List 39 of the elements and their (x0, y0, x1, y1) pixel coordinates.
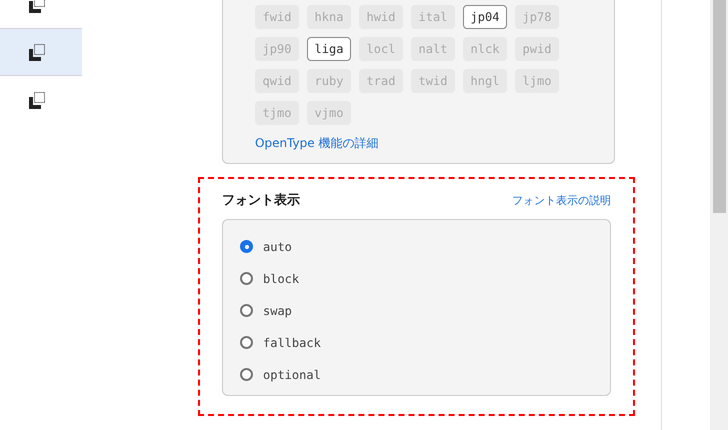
radio-button[interactable] (240, 272, 253, 285)
feature-chip[interactable]: hkna (307, 5, 351, 29)
scrollbar-thumb[interactable] (712, 0, 726, 213)
radio-label[interactable]: swap (263, 302, 292, 320)
scrollbar[interactable] (710, 0, 728, 430)
feature-chip[interactable]: hwid (359, 5, 403, 29)
feature-chip[interactable]: pwid (515, 37, 559, 61)
radio-label[interactable]: block (263, 270, 300, 288)
feature-chip[interactable]: nalt (411, 37, 455, 61)
radio-button[interactable] (240, 240, 253, 253)
details-link[interactable]: OpenType 機能の詳細 (255, 134, 378, 152)
layer-icon (28, 0, 46, 12)
feature-chip[interactable]: tjmo (255, 101, 299, 125)
radio-label[interactable]: auto (263, 238, 292, 256)
feature-chip[interactable]: vjmo (307, 101, 351, 125)
section-title: フォント表示 (222, 192, 300, 210)
radio-button[interactable] (240, 336, 253, 349)
layer-icon (28, 92, 46, 108)
feature-chip[interactable]: hngl (463, 69, 507, 93)
feature-chip[interactable]: ljmo (515, 69, 559, 93)
radio-label[interactable]: fallback (263, 334, 321, 352)
feature-chip[interactable]: jp78 (515, 5, 559, 29)
feature-chip[interactable]: jp04 (463, 5, 507, 29)
feature-chip[interactable]: trad (359, 69, 403, 93)
help-link[interactable]: フォント表示の説明 (512, 192, 611, 209)
radio-button[interactable] (240, 304, 253, 317)
sidebar-item[interactable] (0, 28, 82, 76)
feature-chip[interactable]: liga (307, 37, 351, 61)
radio-button[interactable] (240, 368, 253, 381)
radio-label[interactable]: optional (263, 366, 321, 384)
feature-chip[interactable]: nlck (463, 37, 507, 61)
feature-chip[interactable]: ital (411, 5, 455, 29)
feature-chip[interactable]: ruby (307, 69, 351, 93)
feature-chip[interactable]: qwid (255, 69, 299, 93)
layer-icon (28, 44, 46, 60)
feature-chip[interactable]: jp90 (255, 37, 299, 61)
feature-chip[interactable]: twid (411, 69, 455, 93)
feature-chip[interactable]: fwid (255, 5, 299, 29)
feature-chip[interactable]: locl (359, 37, 403, 61)
